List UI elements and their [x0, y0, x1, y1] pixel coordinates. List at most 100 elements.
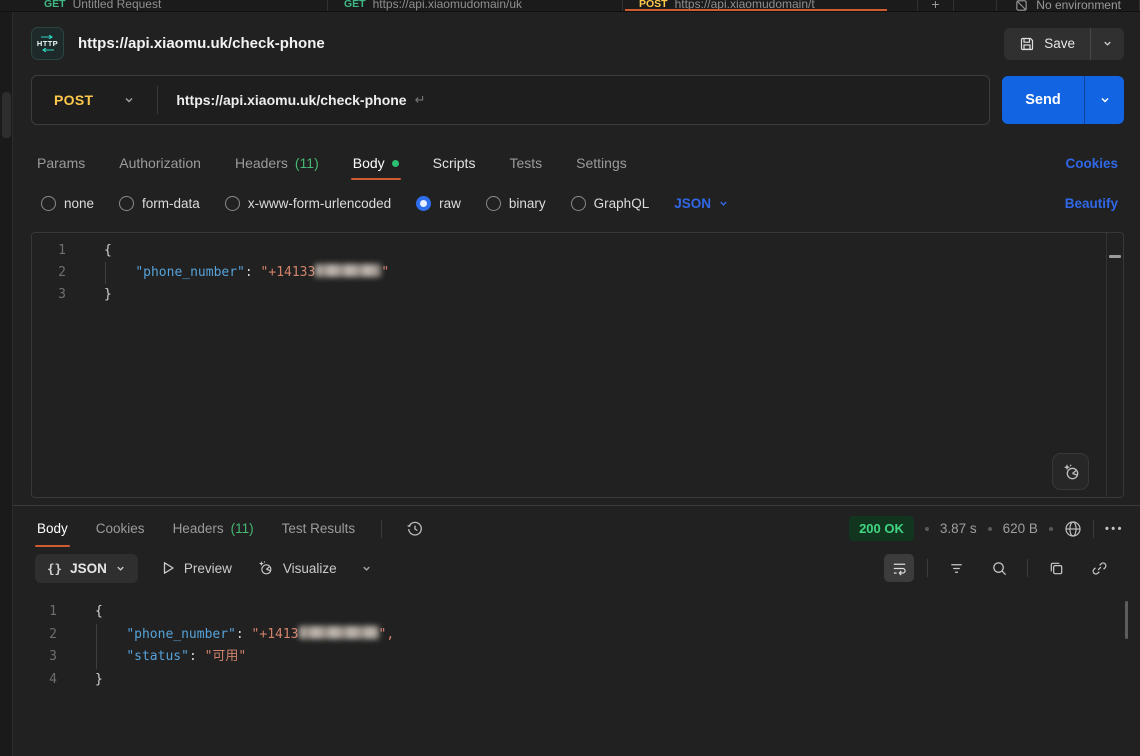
- response-tab-cookies[interactable]: Cookies: [94, 508, 147, 549]
- tab-label: Headers: [235, 155, 288, 171]
- body-type-urlencoded[interactable]: x-www-form-urlencoded: [225, 196, 391, 211]
- json-key-token: "phone_number": [126, 627, 236, 642]
- line-number-gutter: 1 2 3 4: [13, 597, 71, 756]
- save-button-group: Save: [1004, 28, 1124, 60]
- radio-icon: [486, 196, 501, 211]
- json-string-token: "+1413: [252, 627, 299, 642]
- send-options-caret[interactable]: [1084, 76, 1124, 124]
- response-toolbar: {} JSON Preview: [13, 551, 1140, 591]
- tab-method-badge: GET: [344, 0, 366, 10]
- beautify-link[interactable]: Beautify: [1065, 196, 1118, 211]
- line-number: 2: [32, 262, 66, 284]
- word-wrap-button[interactable]: [884, 554, 914, 582]
- body-type-graphql[interactable]: GraphQL: [571, 196, 650, 211]
- radio-label: form-data: [142, 196, 200, 211]
- tab-label: Body: [353, 155, 385, 171]
- radio-icon: [225, 196, 240, 211]
- network-info-button[interactable]: [1064, 520, 1082, 538]
- copy-button[interactable]: [1041, 554, 1071, 582]
- method-divider: [157, 86, 158, 114]
- search-button[interactable]: [984, 554, 1014, 582]
- request-header: HTTP https://api.xiaomu.uk/check-phone S…: [13, 12, 1140, 73]
- response-tab-test-results[interactable]: Test Results: [280, 508, 358, 549]
- preview-button[interactable]: Preview: [162, 561, 232, 576]
- method-dropdown[interactable]: POST: [32, 92, 157, 108]
- chevron-down-icon: [1099, 94, 1111, 106]
- globe-icon: [1064, 520, 1082, 538]
- tab-params[interactable]: Params: [35, 144, 87, 182]
- request-section-tabs: Params Authorization Headers (11) Body S…: [13, 139, 1140, 183]
- save-button-label: Save: [1044, 36, 1075, 51]
- environment-selector[interactable]: No environment: [996, 0, 1140, 12]
- response-tools: [884, 554, 1114, 582]
- tab-label: https://api.xiaomudomain/uk: [373, 0, 522, 11]
- tab-authorization[interactable]: Authorization: [117, 144, 203, 182]
- search-icon: [991, 560, 1008, 577]
- body-type-binary[interactable]: binary: [486, 196, 546, 211]
- json-key-token: "status": [126, 649, 189, 664]
- response-tab-headers[interactable]: Headers (11): [171, 508, 256, 549]
- indent-guide: [105, 262, 106, 284]
- workspace-tab-strip: GET Untitled Request GET https://api.xia…: [0, 0, 1140, 12]
- body-type-raw[interactable]: raw: [416, 196, 461, 211]
- response-format-dropdown[interactable]: {} JSON: [35, 554, 138, 583]
- editor-scrollbar-track[interactable]: [1106, 233, 1123, 497]
- dot-separator: [988, 527, 992, 531]
- more-actions-button[interactable]: •••: [1105, 523, 1124, 535]
- postbot-button[interactable]: [1052, 453, 1089, 490]
- json-string-token: "可用": [205, 649, 247, 664]
- copy-icon: [1048, 560, 1065, 577]
- headers-count-badge: (11): [295, 155, 319, 171]
- word-wrap-icon: [891, 560, 908, 577]
- http-request-icon: HTTP: [31, 27, 64, 60]
- tab-settings[interactable]: Settings: [574, 144, 629, 182]
- url-bar: POST https://api.xiaomu.uk/check-phone ↵: [31, 75, 990, 125]
- collapsed-sidebar-rail[interactable]: [0, 12, 13, 756]
- line-number: 1: [32, 240, 66, 262]
- save-options-caret[interactable]: [1090, 28, 1124, 60]
- divider: [1093, 520, 1094, 538]
- tab-scripts[interactable]: Scripts: [431, 144, 478, 182]
- punctuation-token: :: [189, 649, 205, 664]
- chevron-down-icon: [361, 563, 372, 574]
- indent-guide: [96, 646, 97, 669]
- line-number: 3: [13, 646, 57, 669]
- cookies-link[interactable]: Cookies: [1065, 156, 1118, 171]
- workspace-tab[interactable]: GET Untitled Request: [28, 0, 328, 12]
- indent: [104, 265, 135, 280]
- code-area[interactable]: { "phone_number": "+14133" }: [78, 233, 1123, 497]
- tab-tests[interactable]: Tests: [507, 144, 544, 182]
- link-button[interactable]: [1084, 554, 1114, 582]
- add-tab-button[interactable]: +: [918, 0, 954, 12]
- tab-label: Untitled Request: [73, 0, 162, 11]
- response-scrollbar-thumb[interactable]: [1125, 601, 1128, 639]
- visualize-button[interactable]: Visualize: [256, 559, 337, 577]
- send-button[interactable]: Send: [1002, 76, 1084, 124]
- filter-button[interactable]: [941, 554, 971, 582]
- line-number-gutter: 1 2 3: [32, 233, 78, 497]
- visualize-options-caret[interactable]: [361, 563, 372, 574]
- raw-language-label: JSON: [674, 196, 711, 211]
- tab-body[interactable]: Body: [351, 144, 401, 182]
- url-input[interactable]: https://api.xiaomu.uk/check-phone: [176, 92, 406, 108]
- history-button[interactable]: [406, 520, 424, 538]
- tab-headers[interactable]: Headers (11): [233, 144, 321, 182]
- workspace-tab[interactable]: GET https://api.xiaomudomain/uk: [328, 0, 623, 12]
- response-tab-body[interactable]: Body: [35, 508, 70, 549]
- sidebar-rail-handle[interactable]: [2, 92, 11, 138]
- body-type-none[interactable]: none: [41, 196, 94, 211]
- chevron-down-icon: [115, 563, 126, 574]
- raw-language-dropdown[interactable]: JSON: [674, 196, 729, 211]
- filter-icon: [948, 560, 965, 577]
- chevron-down-icon: [718, 198, 729, 209]
- chevron-down-icon: [1102, 38, 1113, 49]
- line-number: 3: [32, 284, 66, 306]
- request-title: https://api.xiaomu.uk/check-phone: [78, 35, 325, 52]
- postbot-sparkle-icon: [1061, 462, 1081, 482]
- no-environment-icon: [1015, 0, 1028, 12]
- body-type-form-data[interactable]: form-data: [119, 196, 200, 211]
- request-body-editor[interactable]: 1 2 3 { "phone_number": "+14133" }: [31, 232, 1124, 498]
- body-modified-dot: [392, 160, 399, 167]
- save-button[interactable]: Save: [1004, 28, 1090, 60]
- editor-scrollbar-thumb[interactable]: [1109, 255, 1121, 258]
